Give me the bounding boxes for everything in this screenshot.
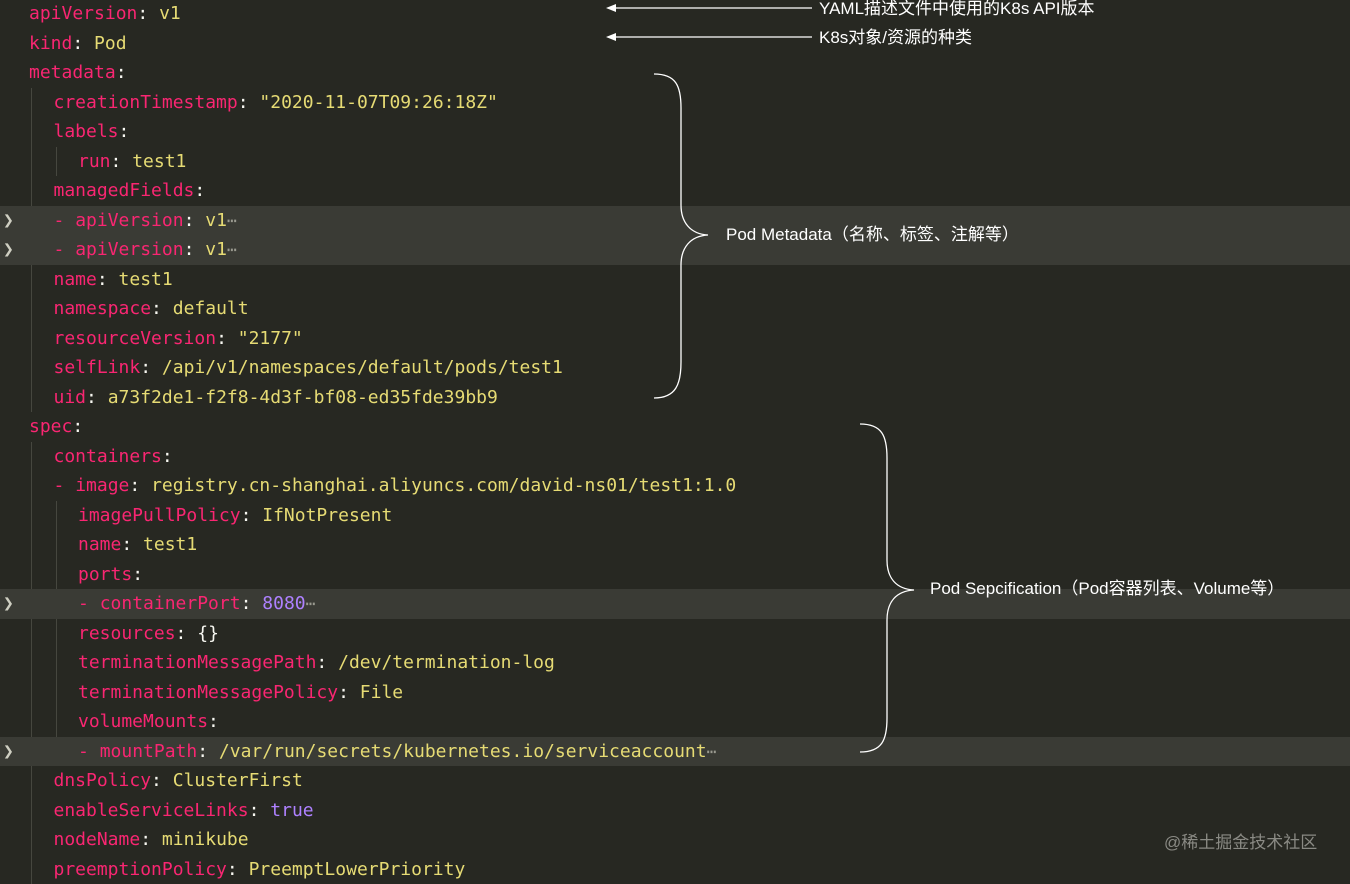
arrow-api-version bbox=[606, 4, 812, 12]
annotation-kind: K8s对象/资源的种类 bbox=[819, 27, 972, 49]
annotation-spec: Pod Sepcification（Pod容器列表、Volume等） bbox=[930, 578, 1284, 600]
brace-spec bbox=[860, 424, 914, 752]
brace-metadata bbox=[654, 74, 708, 398]
watermark: @稀土掘金技术社区 bbox=[1164, 828, 1317, 853]
arrow-kind bbox=[606, 33, 812, 41]
annotation-metadata: Pod Metadata（名称、标签、注解等） bbox=[726, 224, 1019, 246]
annotation-api-version: YAML描述文件中使用的K8s API版本 bbox=[819, 0, 1095, 20]
annotation-overlay bbox=[0, 0, 1350, 874]
